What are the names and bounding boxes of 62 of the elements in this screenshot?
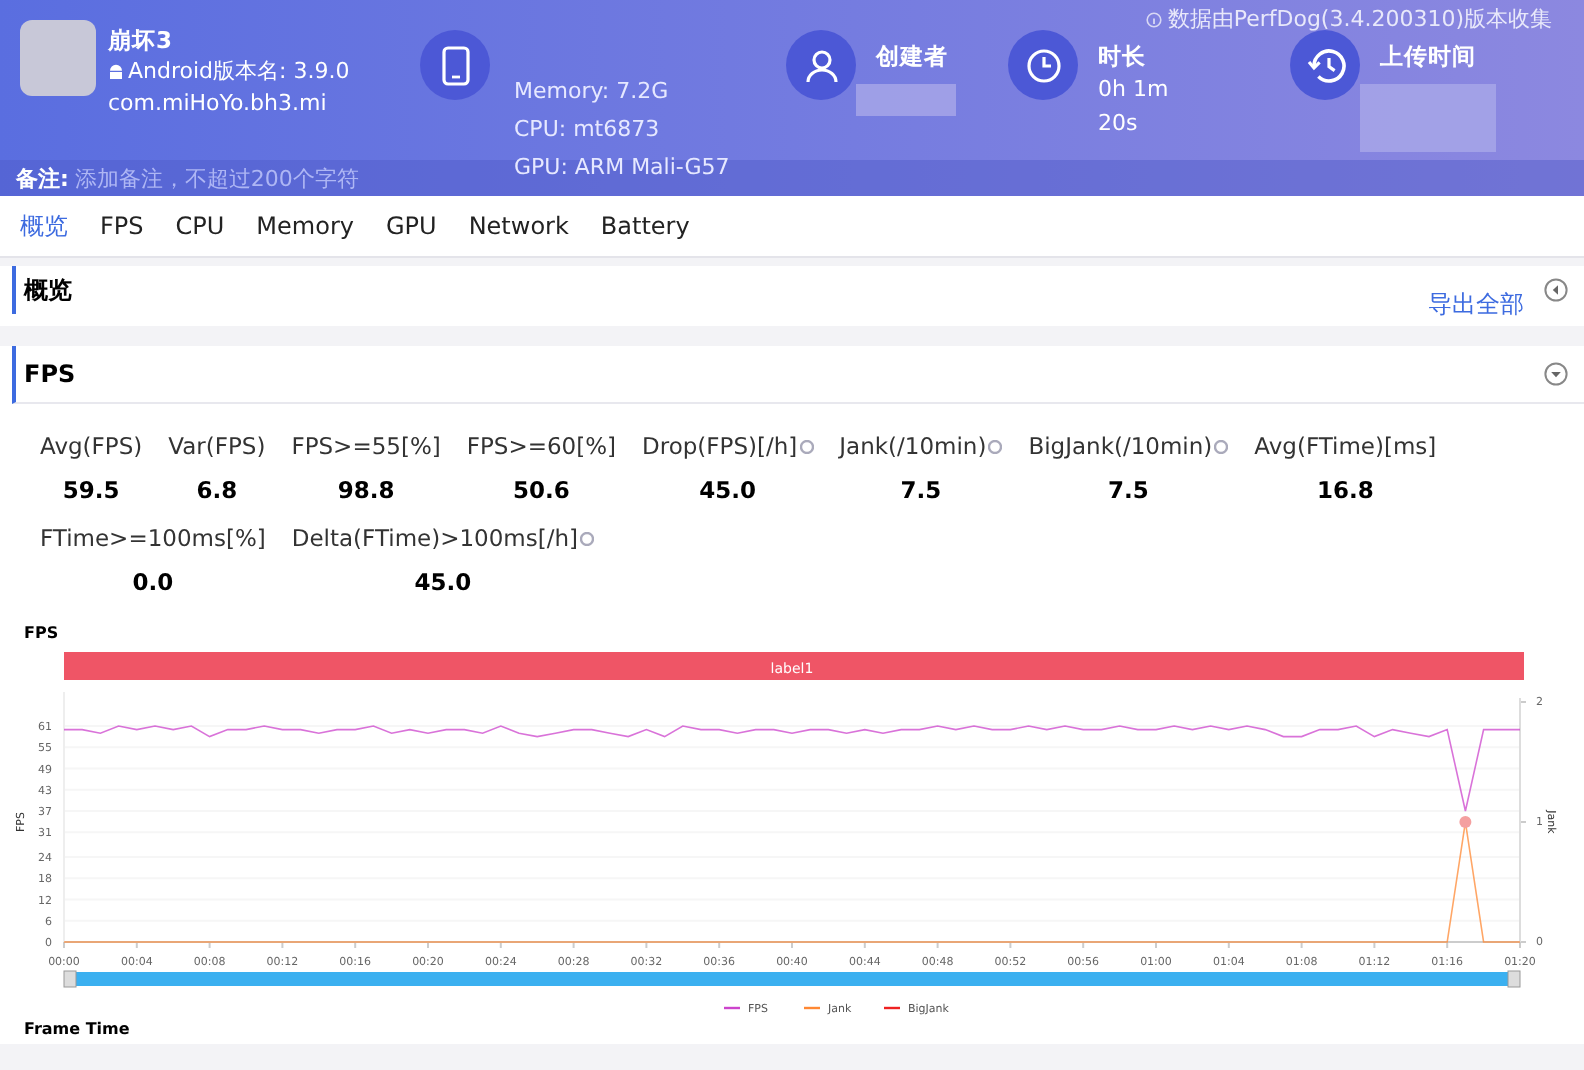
peak-marker [1459,816,1472,828]
stat-value: 7.5 [1107,476,1149,504]
package-name: com.miHoYo.bh3.mi [108,88,329,120]
tab[interactable]: CPU [159,196,241,256]
stat-value: 7.5 [900,476,942,504]
app-icon-placeholder [20,20,96,96]
stat-value: 50.6 [513,476,570,504]
chart-title: FPS [22,622,61,646]
blurred-block [856,84,956,116]
upload-time-label: 上传时间 [1380,42,1478,72]
phone-icon [420,30,490,100]
android-version: Android版本名: 3.9.0 [128,56,350,88]
duration-label: 时长 [1098,42,1148,72]
stat-label: Avg(FTime)[ms] [1254,432,1437,460]
app-name: 崩坏3 [108,24,175,56]
clock-icon [1008,30,1078,100]
tab[interactable]: FPS [84,196,160,256]
person-icon [786,30,856,100]
duration-value: 0h 1m [1098,74,1171,106]
source-note: 数据由PerfDog(3.4.200310)版本收集 [1167,4,1552,34]
history-icon [1290,30,1360,100]
stat-label: FPS>=60[%] [466,432,617,460]
collapse-icon[interactable] [1544,278,1568,302]
remark-label: 备注: [16,163,69,193]
remark-input[interactable]: 添加备注，不超过200个字符 [74,165,475,191]
stat-label: Delta(FTime)>100ms[/h] [291,524,579,552]
info-icon [1145,11,1162,27]
stat-value: 59.5 [62,476,120,504]
tab[interactable]: Battery [584,196,706,256]
stat-value: 98.8 [337,476,395,504]
stat-label: Jank(/10min) [839,432,987,460]
device-spec: Memory: 7.2G [514,76,671,108]
stat-value: 16.8 [1316,476,1374,504]
help-icon[interactable] [799,439,814,453]
tab[interactable]: 概览 [4,196,84,256]
blurred-block [1360,84,1496,152]
stat-value: 45.0 [699,476,757,504]
stat-label: Var(FPS) [168,432,266,460]
device-spec: CPU: mt6873 [514,114,662,146]
duration-value: 20s [1098,108,1140,140]
help-icon[interactable] [988,439,1003,453]
export-all-link[interactable]: 导出全部 [1428,288,1524,322]
help-icon[interactable] [580,531,595,545]
stat-label: FTime>=100ms[%] [40,524,266,552]
help-icon[interactable] [1214,439,1229,453]
stat-label: Drop(FPS)[/h] [642,432,798,460]
stat-label: BigJank(/10min) [1028,432,1213,460]
section-title: 概览 [24,273,72,307]
device-spec: GPU: ARM Mali-G57 [514,152,732,184]
chart-title: Frame Time [22,1020,132,1042]
stat-value: 45.0 [414,568,472,596]
stat-label: FPS>=55[%] [291,432,441,460]
stat-label: Avg(FPS) [40,432,143,460]
creator-label: 创建者 [876,42,950,72]
zoom-scrollbar[interactable] [63,970,1521,988]
collapse-icon[interactable] [1544,362,1568,386]
stat-value: 6.8 [196,476,238,504]
tab[interactable]: GPU [369,196,453,256]
section-title: FPS [24,360,76,388]
tab[interactable]: Network [452,196,585,256]
tab[interactable]: Memory [240,196,370,256]
stat-value: 0.0 [132,568,174,596]
